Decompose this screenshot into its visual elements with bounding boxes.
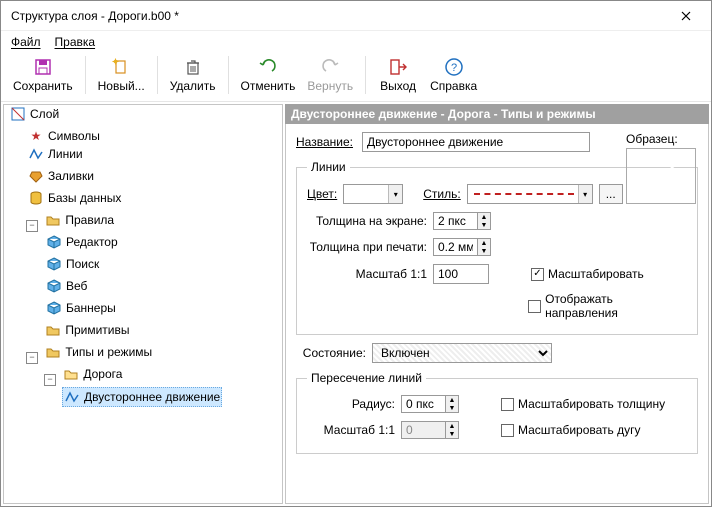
menubar: Файл Правка [1,31,711,51]
exit-icon [388,57,408,77]
menu-file[interactable]: Файл [11,35,41,49]
help-icon: ? [444,57,464,77]
sample-label: Образец: [626,132,696,146]
tree-search[interactable]: Поиск [44,255,101,273]
tree-databases[interactable]: Базы данных [26,189,123,207]
collapse-typesmodes[interactable]: − [26,352,38,364]
tree-primitives[interactable]: Примитивы [43,321,131,339]
preview-group: Образец: [626,132,696,204]
radius-input[interactable]: ▲▼ [401,395,459,413]
radius-label: Радиус: [307,397,395,411]
svg-text:?: ? [451,62,457,74]
tree-web[interactable]: Веб [44,277,89,295]
tree-road[interactable]: Дорога [61,365,124,383]
state-select[interactable]: Включен [372,343,552,363]
scale11b-label: Масштаб 1:1 [307,423,395,437]
tree-rules[interactable]: Правила [43,211,116,229]
cube-icon [46,256,62,272]
save-button[interactable]: Сохранить [7,55,79,95]
scale-thick-checkbox[interactable]: Масштабировать толщину [501,397,665,411]
pane-title: Двустороннее движение - Дорога - Типы и … [285,104,709,124]
lines-legend: Линии [307,160,350,174]
redo-button: Вернуть [301,55,359,95]
fill-icon [28,168,44,184]
showdir-checkbox[interactable]: Отображать направления [528,292,687,320]
screen-thickness-input[interactable]: ▲▼ [433,212,491,230]
print-thickness-input[interactable]: ▲▼ [433,238,491,256]
state-label: Состояние: [296,346,366,360]
new-icon [111,57,131,77]
detail-pane: Двустороннее движение - Дорога - Типы и … [285,104,709,504]
titlebar: Структура слоя - Дороги.b00 * [1,1,711,31]
sample-preview [626,148,696,204]
close-button[interactable] [669,6,703,26]
scale-checkbox[interactable]: ✓Масштабировать [531,267,644,281]
tree-editor[interactable]: Редактор [44,233,120,251]
cube-icon [46,278,62,294]
cross-fieldset: Пересечение линий Радиус: ▲▼ Масштабиров… [296,371,698,454]
color-label: Цвет: [307,187,337,201]
cross-legend: Пересечение линий [307,371,426,385]
tree-typesmodes[interactable]: Типы и режимы [43,343,154,361]
scale-arc-checkbox[interactable]: Масштабировать дугу [501,423,641,437]
style-more-button[interactable]: ... [599,184,623,204]
toolbar: Сохранить Новый... Удалить Отменить Верн… [1,51,711,102]
tree-view[interactable]: Слой ★Символы Линии Заливки Базы данных … [3,104,283,504]
print-thickness-label: Толщина при печати: [307,240,427,254]
polyline-icon [64,389,80,405]
folder-open-icon [63,366,79,382]
tree-banners[interactable]: Баннеры [44,299,118,317]
style-label: Стиль: [423,187,460,201]
undo-icon [258,57,278,77]
scale11-input[interactable] [433,264,489,284]
window-title: Структура слоя - Дороги.b00 * [11,9,669,23]
collapse-rules[interactable]: − [26,220,38,232]
folder-icon [45,322,61,338]
screen-thickness-label: Толщина на экране: [307,214,427,228]
name-label: Название: [296,135,356,149]
folder-icon [45,212,61,228]
tree-lines[interactable]: Линии [26,145,85,163]
tree-root[interactable]: Слой [8,105,61,123]
trash-icon [183,57,203,77]
cube-icon [46,300,62,316]
menu-edit[interactable]: Правка [55,35,96,49]
polyline-icon [28,146,44,162]
scale11-label: Масштаб 1:1 [307,267,427,281]
database-icon [28,190,44,206]
collapse-road[interactable]: − [44,374,56,386]
new-button[interactable]: Новый... [92,55,151,95]
help-button[interactable]: ? Справка [424,55,483,95]
scale11b-input: ▲▼ [401,421,459,439]
exit-button[interactable]: Выход [372,55,424,95]
tree-twoway[interactable]: Двустороннее движение [62,387,222,407]
redo-icon [320,57,340,77]
style-picker[interactable]: ▾ [467,184,593,204]
name-input[interactable] [362,132,590,152]
layer-icon [10,106,26,122]
folder-icon [45,344,61,360]
save-icon [33,57,53,77]
star-icon: ★ [28,128,44,144]
delete-button[interactable]: Удалить [164,55,222,95]
undo-button[interactable]: Отменить [235,55,302,95]
tree-symbols[interactable]: ★Символы [26,127,102,145]
cube-icon [46,234,62,250]
color-picker[interactable]: ▾ [343,184,403,204]
tree-fills[interactable]: Заливки [26,167,96,185]
